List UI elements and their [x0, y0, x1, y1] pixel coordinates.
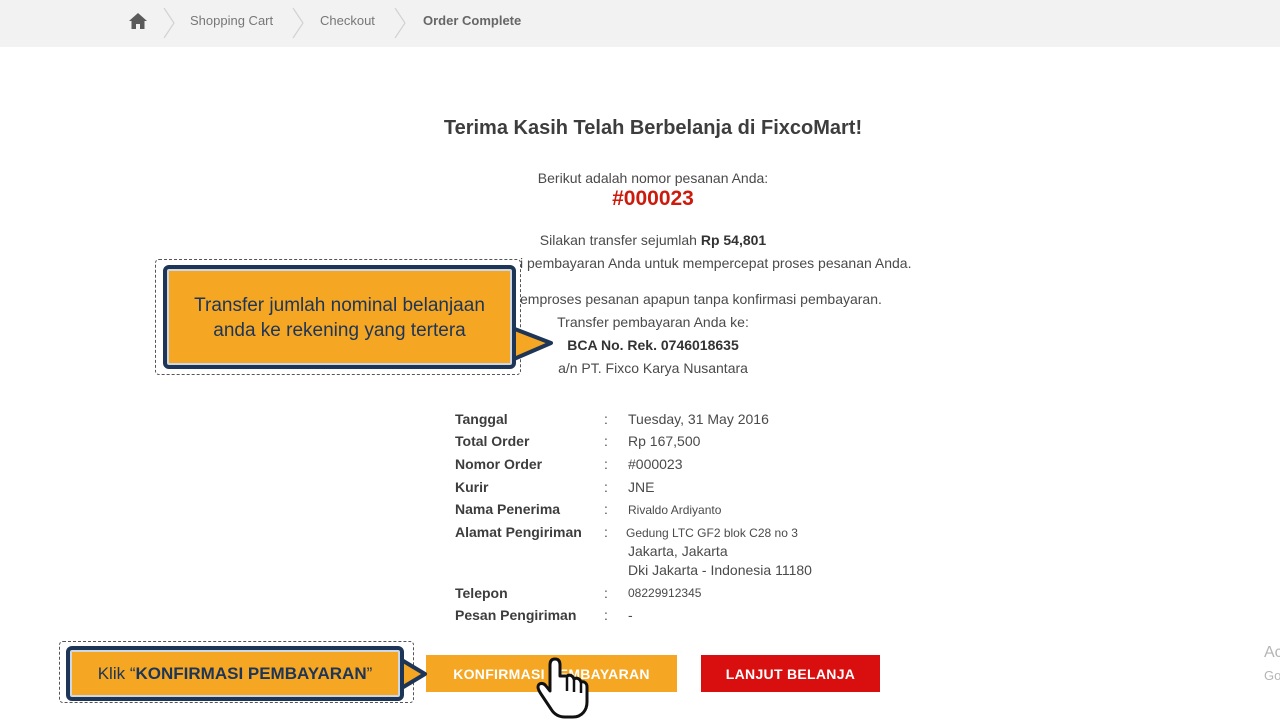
callout-suffix: ” — [366, 663, 373, 683]
click-callout: Klik “ KONFIRMASI PEMBAYARAN” — [66, 646, 404, 701]
page-title: Terima Kasih Telah Berbelanja di FixcoMa… — [443, 117, 863, 139]
detail-value: 08229912345 — [628, 586, 702, 600]
transfer-amount: Rp 54,801 — [700, 232, 767, 248]
detail-value: #000023 — [628, 456, 683, 472]
home-icon[interactable] — [128, 11, 148, 31]
watermark-line: Go — [1264, 668, 1280, 683]
hand-cursor-icon — [536, 657, 589, 719]
detail-colon: : — [604, 585, 608, 601]
callout-prefix: Klik “ — [97, 663, 136, 683]
process-hint: emproses pesanan apapun tanpa konfirmasi… — [520, 291, 882, 307]
chevron-right-icon — [292, 7, 304, 39]
detail-colon: : — [604, 524, 608, 540]
detail-label: Tanggal — [455, 411, 508, 427]
transfer-prefix: Silakan transfer sejumlah — [539, 232, 697, 248]
chevron-right-icon — [394, 7, 406, 39]
detail-value: Tuesday, 31 May 2016 — [628, 411, 769, 427]
detail-colon: : — [604, 501, 608, 517]
address-line: Gedung LTC GF2 blok C28 no 3 — [626, 526, 798, 540]
transfer-callout: Transfer jumlah nominal belanjaan anda k… — [163, 265, 516, 369]
detail-value: JNE — [628, 479, 655, 495]
detail-label: Kurir — [455, 479, 489, 495]
confirm-hint: i pembayaran Anda untuk mempercepat pros… — [520, 255, 912, 271]
detail-label: Nama Penerima — [455, 501, 561, 517]
callout-line: Transfer jumlah nominal belanjaan — [194, 295, 485, 316]
detail-label: Pesan Pengiriman — [455, 607, 577, 623]
breadcrumb: Shopping Cart Checkout Order Complete — [0, 0, 1280, 47]
address-line: Jakarta, Jakarta — [628, 543, 728, 559]
continue-shopping-button[interactable]: LANJUT BELANJA — [701, 655, 880, 692]
chevron-right-icon — [163, 7, 175, 39]
detail-label: Total Order — [455, 433, 530, 449]
address-line: Dki Jakarta - Indonesia 11180 — [628, 562, 812, 578]
detail-label: Nomor Order — [455, 456, 543, 472]
breadcrumb-item-checkout[interactable]: Checkout — [320, 13, 375, 28]
detail-colon: : — [604, 607, 608, 623]
transfer-amount-line: Silakan transfer sejumlah Rp 54,801 — [0, 232, 1280, 248]
callout-line: anda ke rekening yang tertera — [213, 320, 466, 341]
detail-label: Telepon — [455, 585, 508, 601]
callout-bold: KONFIRMASI PEMBAYARAN — [135, 663, 367, 683]
breadcrumb-item-complete: Order Complete — [423, 13, 522, 28]
detail-colon: : — [604, 433, 608, 449]
order-number: #000023 — [612, 187, 694, 210]
detail-colon: : — [604, 411, 608, 427]
detail-colon: : — [604, 479, 608, 495]
detail-value: - — [628, 607, 633, 623]
detail-value: Rivaldo Ardiyanto — [628, 503, 722, 517]
order-intro: Berikut adalah nomor pesanan Anda: — [537, 170, 769, 186]
watermark-line: Ac — [1264, 644, 1280, 661]
detail-label: Alamat Pengiriman — [455, 524, 582, 540]
breadcrumb-item-cart[interactable]: Shopping Cart — [190, 13, 273, 28]
detail-colon: : — [604, 456, 608, 472]
detail-value: Rp 167,500 — [628, 433, 701, 449]
